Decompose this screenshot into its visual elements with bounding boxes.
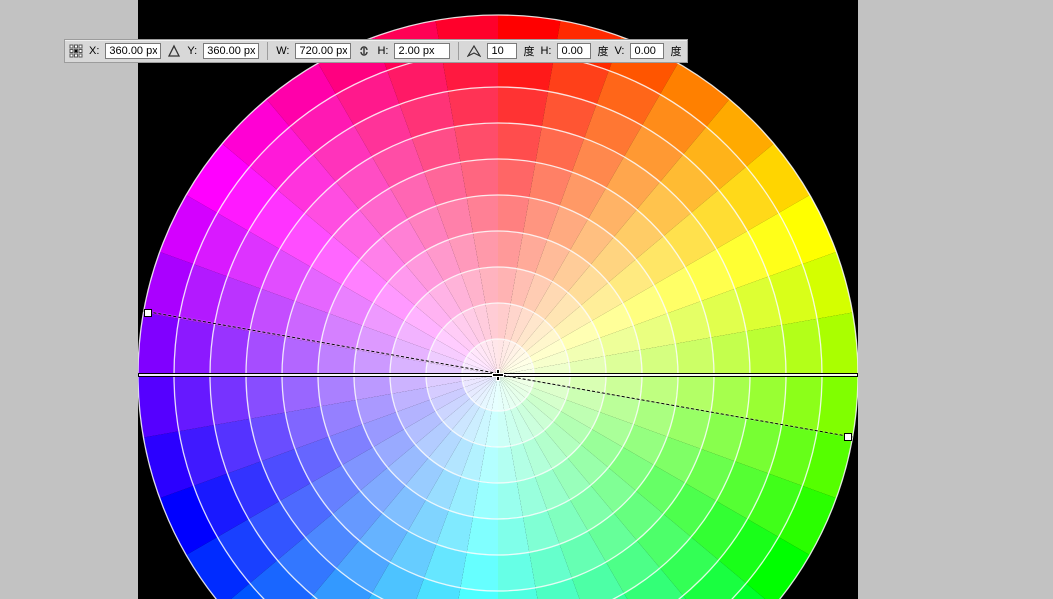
transform-options-bar: X: Y: W: H: 度 H: 度 V: 度 bbox=[64, 39, 688, 63]
x-input[interactable] bbox=[105, 43, 161, 59]
skew-h-unit: 度 bbox=[597, 43, 608, 59]
rotate-icon bbox=[467, 44, 481, 58]
skew-v-unit: 度 bbox=[670, 43, 681, 59]
delta-icon[interactable] bbox=[167, 44, 181, 58]
separator bbox=[458, 42, 459, 60]
h-label: H: bbox=[377, 45, 388, 57]
skew-h-input[interactable] bbox=[557, 43, 591, 59]
x-label: X: bbox=[89, 45, 99, 57]
color-wheel-image bbox=[138, 0, 858, 599]
skew-h-label: H: bbox=[540, 45, 551, 57]
reference-point-icon[interactable] bbox=[69, 44, 83, 58]
skew-v-input[interactable] bbox=[630, 43, 664, 59]
link-icon[interactable] bbox=[357, 44, 371, 58]
rotation-handle-right[interactable] bbox=[844, 433, 852, 441]
h-input[interactable] bbox=[394, 43, 450, 59]
rotation-input[interactable] bbox=[487, 43, 517, 59]
w-label: W: bbox=[276, 45, 289, 57]
rotation-handle-left[interactable] bbox=[144, 309, 152, 317]
document-canvas[interactable] bbox=[138, 0, 858, 599]
y-input[interactable] bbox=[203, 43, 259, 59]
skew-v-label: V: bbox=[614, 45, 624, 57]
separator bbox=[267, 42, 268, 60]
y-label: Y: bbox=[187, 45, 197, 57]
w-input[interactable] bbox=[295, 43, 351, 59]
rotation-unit: 度 bbox=[523, 43, 534, 59]
